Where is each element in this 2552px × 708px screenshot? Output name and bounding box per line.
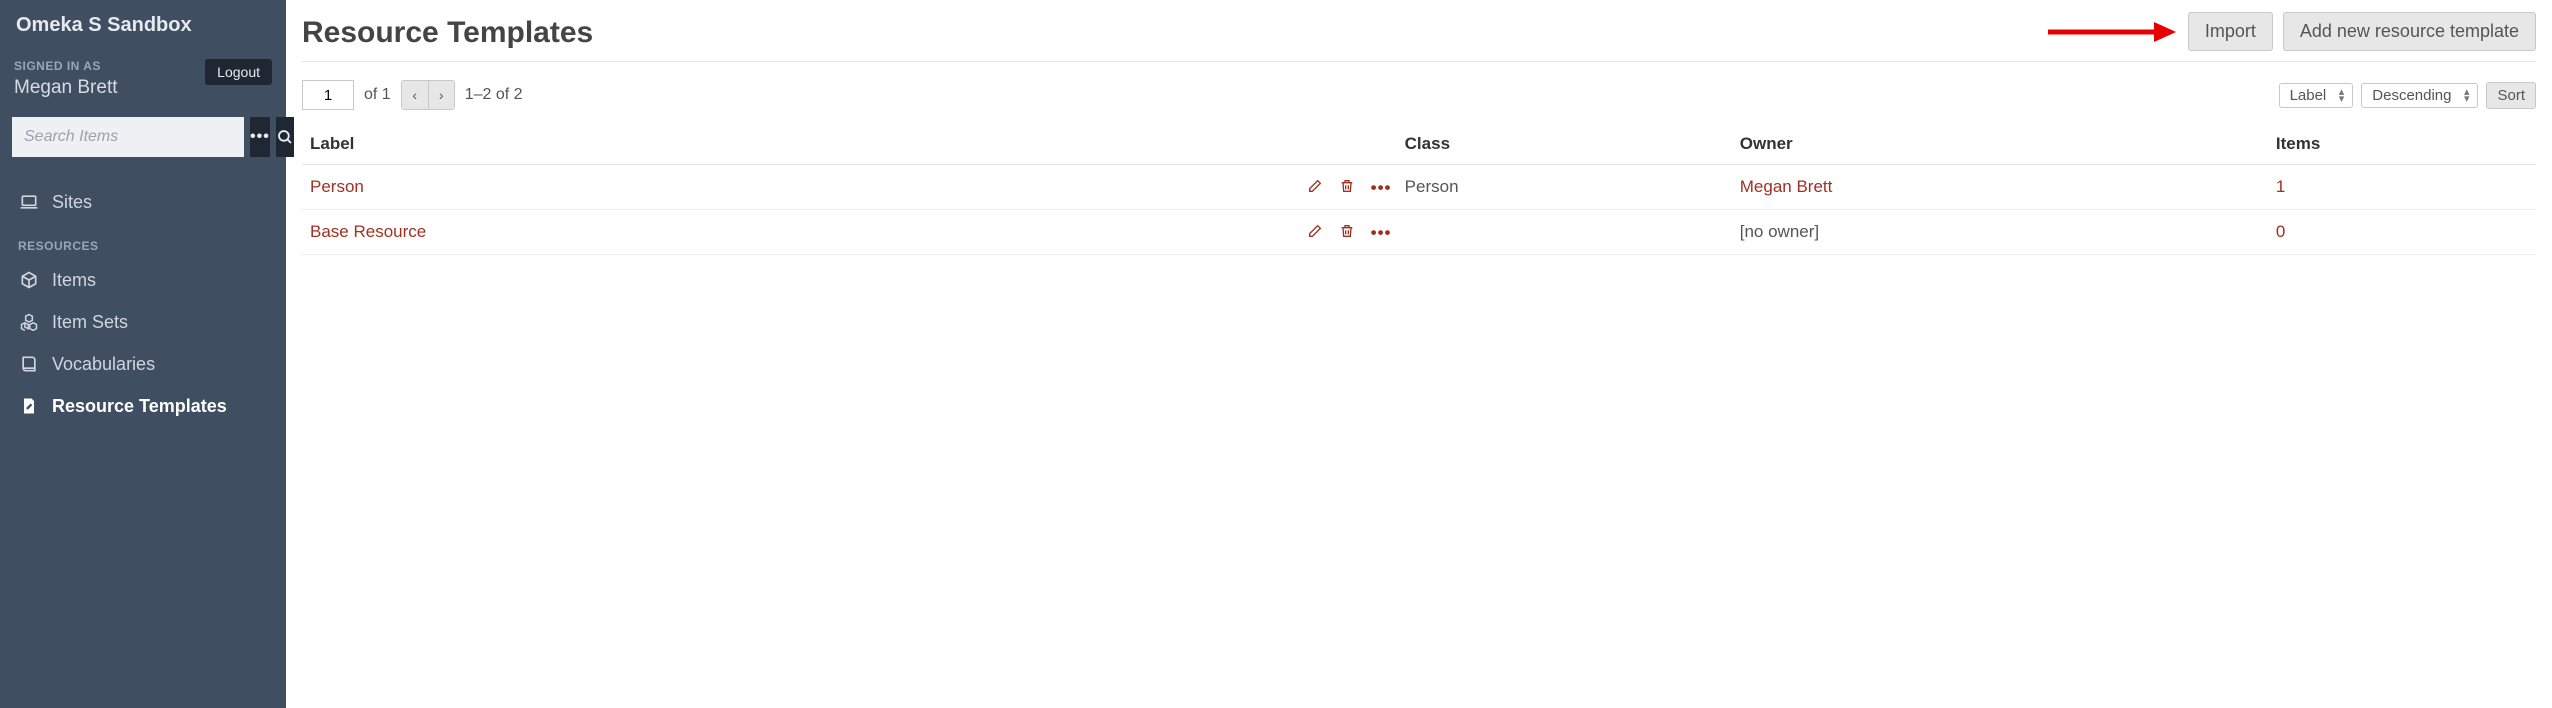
sort-field-value: Label — [2290, 87, 2327, 104]
sort-controls: Label ▴▾ Descending ▴▾ Sort — [2279, 82, 2536, 109]
column-header-label[interactable]: Label — [302, 124, 1397, 165]
next-page-button[interactable]: › — [428, 81, 454, 109]
nav-heading-resources: RESOURCES — [0, 229, 286, 259]
chevron-right-icon: › — [439, 87, 444, 103]
logout-button[interactable]: Logout — [205, 59, 272, 85]
edit-icon[interactable] — [1307, 223, 1325, 241]
cell-owner: Megan Brett — [1732, 165, 2268, 210]
search-row: ••• — [0, 117, 286, 171]
nav-item-vocabularies[interactable]: Vocabularies — [0, 343, 286, 385]
nav-item-item-sets[interactable]: Item Sets — [0, 301, 286, 343]
items-count-link[interactable]: 0 — [2276, 222, 2285, 241]
sidebar: Omeka S Sandbox SIGNED IN AS Megan Brett… — [0, 0, 286, 708]
more-icon[interactable]: ••• — [1371, 178, 1389, 196]
cell-class: Person — [1397, 165, 1732, 210]
column-header-class[interactable]: Class — [1397, 124, 1732, 165]
table-row: Person ••• Person Megan Brett 1 — [302, 165, 2536, 210]
owner-link[interactable]: Megan Brett — [1740, 177, 1833, 196]
controls-row: of 1 ‹ › 1–2 of 2 Label ▴▾ Descending ▴▾… — [302, 74, 2536, 124]
annotation-arrow — [2046, 19, 2176, 45]
sort-direction-value: Descending — [2372, 87, 2451, 104]
import-button[interactable]: Import — [2188, 12, 2273, 51]
search-input[interactable] — [12, 117, 244, 157]
nav-item-label: Vocabularies — [52, 354, 155, 375]
column-header-owner[interactable]: Owner — [1732, 124, 2268, 165]
page-title: Resource Templates — [302, 12, 593, 50]
more-icon[interactable]: ••• — [1371, 223, 1389, 241]
nav-item-sites[interactable]: Sites — [0, 181, 286, 223]
resource-templates-table: Label Class Owner Items Person ••• Person M… — [302, 124, 2536, 255]
edit-icon[interactable] — [1307, 178, 1325, 196]
signed-in-caption: SIGNED IN AS — [14, 59, 118, 73]
nav-item-resource-templates[interactable]: Resource Templates — [0, 385, 286, 427]
nav-item-label: Item Sets — [52, 312, 128, 333]
table-row: Base Resource ••• [no owner] 0 — [302, 210, 2536, 255]
template-label-link[interactable]: Base Resource — [310, 222, 426, 242]
file-pencil-icon — [18, 395, 40, 417]
cell-owner: [no owner] — [1732, 210, 2268, 255]
page-header: Resource Templates Import Add new resour… — [302, 12, 2536, 62]
prev-page-button[interactable]: ‹ — [402, 81, 428, 109]
page-number-input[interactable] — [302, 80, 354, 110]
row-actions: ••• — [1307, 223, 1389, 241]
delete-icon[interactable] — [1339, 223, 1357, 241]
book-icon — [18, 353, 40, 375]
row-actions: ••• — [1307, 178, 1389, 196]
nav-item-items[interactable]: Items — [0, 259, 286, 301]
nav-section-global: Sites — [0, 171, 286, 229]
pagination-controls: of 1 ‹ › 1–2 of 2 — [302, 80, 523, 110]
pager: ‹ › — [401, 80, 455, 110]
signed-in-block: SIGNED IN AS Megan Brett Logout — [0, 49, 286, 117]
template-label-link[interactable]: Person — [310, 177, 364, 197]
select-caret-icon: ▴▾ — [2464, 89, 2470, 102]
nav-item-label: Sites — [52, 192, 92, 213]
sort-field-select[interactable]: Label ▴▾ — [2279, 83, 2354, 108]
delete-icon[interactable] — [1339, 178, 1357, 196]
main-content: Resource Templates Import Add new resour… — [286, 0, 2552, 708]
items-count-link[interactable]: 1 — [2276, 177, 2285, 196]
sort-button[interactable]: Sort — [2486, 82, 2536, 109]
ellipsis-icon: ••• — [250, 128, 270, 146]
cubes-icon — [18, 311, 40, 333]
nav-item-label: Items — [52, 270, 96, 291]
nav-item-label: Resource Templates — [52, 396, 227, 417]
add-resource-template-button[interactable]: Add new resource template — [2283, 12, 2536, 51]
app-brand[interactable]: Omeka S Sandbox — [0, 0, 286, 49]
pagination-range: 1–2 of 2 — [465, 86, 523, 104]
select-caret-icon: ▴▾ — [2339, 89, 2345, 102]
arrow-right-icon — [2046, 19, 2176, 45]
advanced-search-button[interactable]: ••• — [250, 117, 270, 157]
page-of-text: of 1 — [364, 86, 391, 104]
header-actions: Import Add new resource template — [2046, 12, 2536, 51]
cube-icon — [18, 269, 40, 291]
cell-class — [1397, 210, 1732, 255]
laptop-icon — [18, 191, 40, 213]
sort-direction-select[interactable]: Descending ▴▾ — [2361, 83, 2478, 108]
chevron-left-icon: ‹ — [412, 87, 417, 103]
signed-in-user[interactable]: Megan Brett — [14, 77, 118, 99]
column-header-items[interactable]: Items — [2268, 124, 2536, 165]
